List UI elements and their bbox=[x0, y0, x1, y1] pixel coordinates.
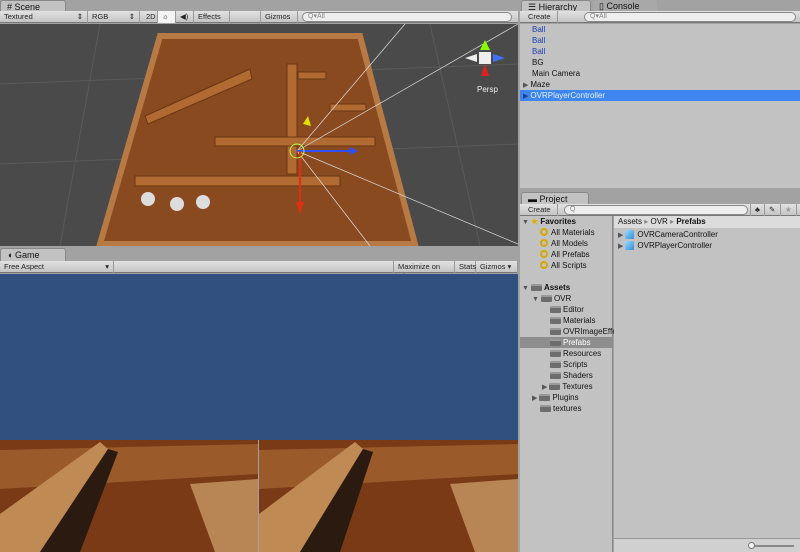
folder-icon bbox=[549, 383, 561, 390]
favorite-all-models[interactable]: All Models bbox=[540, 238, 588, 249]
search-icon bbox=[540, 228, 548, 236]
prefab-cube-icon bbox=[625, 230, 635, 239]
breadcrumb-prefabs[interactable]: Prefabs bbox=[676, 217, 705, 226]
ovr-folder[interactable]: ▼ OVR bbox=[532, 293, 571, 304]
shading-dropdown[interactable]: Textured ⇕ bbox=[0, 11, 88, 23]
breadcrumb-assets[interactable]: Assets bbox=[618, 217, 642, 226]
scene-toolbar: Textured⇕ RGB⇕ 2D ☼ ◀) Effects ▾ Gizmos … bbox=[0, 11, 518, 31]
folder-icon bbox=[530, 284, 542, 291]
folder-icon: ▬ bbox=[528, 194, 537, 204]
maximize-on-play-toggle[interactable]: Maximize on Play bbox=[393, 261, 455, 281]
folder-plugins[interactable]: ▶ Plugins bbox=[532, 392, 579, 403]
2d-toggle[interactable]: 2D bbox=[142, 11, 158, 23]
favorite-all-prefabs[interactable]: All Prefabs bbox=[540, 249, 590, 260]
folder-resources[interactable]: Resources bbox=[550, 348, 601, 359]
gizmos-dropdown[interactable]: Gizmos ▾ bbox=[260, 11, 298, 31]
search-icon bbox=[540, 239, 548, 247]
console-icon: ▯ bbox=[599, 1, 604, 11]
star-icon: ★ bbox=[530, 217, 539, 226]
hierarchy-item-ball[interactable]: Ball bbox=[520, 24, 800, 35]
filter-label-icon[interactable]: ✎ bbox=[765, 204, 781, 216]
folder-icon bbox=[550, 328, 561, 335]
hierarchy-create-button[interactable]: Create ▾ bbox=[524, 11, 558, 31]
hierarchy-item-maze[interactable]: ▶ Maze bbox=[520, 79, 800, 90]
aspect-dropdown[interactable]: Free Aspect ▾ bbox=[0, 261, 114, 273]
folder-icon bbox=[539, 394, 551, 401]
render-mode-dropdown[interactable]: RGB ⇕ bbox=[88, 11, 140, 23]
folder-prefabs[interactable]: Prefabs bbox=[520, 337, 612, 348]
asset-ovrplayercontroller[interactable]: ▶ OVRPlayerController bbox=[618, 240, 712, 251]
filter-type-icon[interactable]: ♣ bbox=[750, 204, 765, 216]
slider-handle[interactable] bbox=[748, 542, 755, 549]
hierarchy-toolbar: Create ▾ Q▾All bbox=[520, 11, 800, 31]
tab-game[interactable]: ◖ Game bbox=[0, 248, 66, 261]
game-toolbar: Free Aspect▾ Maximize on Play Stats Gizm… bbox=[0, 261, 518, 281]
project-content: Assets ▸ OVR ▸ Prefabs ▶ OVRCameraControl… bbox=[614, 216, 800, 552]
search-icon bbox=[540, 261, 548, 269]
maze-wall bbox=[329, 103, 367, 112]
assets-folder[interactable]: ▼ Assets bbox=[522, 282, 570, 293]
folder-icon bbox=[540, 295, 552, 302]
maze-wall bbox=[297, 71, 327, 80]
left-eye-view bbox=[0, 440, 258, 552]
favorite-star-icon[interactable]: ★ bbox=[781, 204, 797, 216]
pacman-icon: ◖ bbox=[7, 250, 13, 260]
folder-icon bbox=[550, 361, 561, 368]
hierarchy-item-bg[interactable]: BG bbox=[520, 57, 800, 68]
folder-editor[interactable]: Editor bbox=[550, 304, 584, 315]
game-viewport[interactable] bbox=[0, 274, 518, 552]
project-toolbar: Create ▾ Q ♣ ✎ ★ bbox=[520, 204, 800, 224]
effects-dropdown[interactable]: Effects ▾ bbox=[194, 11, 230, 31]
folder-ovrimageeffects[interactable]: OVRImageEffe bbox=[550, 326, 617, 337]
hierarchy-list: Ball Ball Ball BG Main Camera ▶ Maze ▶ OVR… bbox=[520, 24, 800, 188]
asset-ovrcameracontroller[interactable]: ▶ OVRCameraController bbox=[618, 229, 718, 240]
folder-icon bbox=[550, 317, 561, 324]
folder-materials[interactable]: Materials bbox=[550, 315, 595, 326]
folder-icon bbox=[550, 339, 561, 346]
favorite-all-materials[interactable]: All Materials bbox=[540, 227, 595, 238]
folder-icon bbox=[550, 350, 561, 357]
expand-arrow-icon[interactable]: ▶ bbox=[523, 82, 528, 89]
project-create-button[interactable]: Create ▾ bbox=[524, 204, 558, 224]
prefab-cube-icon bbox=[625, 241, 635, 250]
folder-icon bbox=[540, 405, 551, 412]
hierarchy-item-main-camera[interactable]: Main Camera bbox=[520, 68, 800, 79]
audio-toggle-icon[interactable]: ◀) bbox=[176, 11, 194, 23]
favorites-header[interactable]: ▼ ★ Favorites bbox=[522, 216, 576, 227]
stats-toggle[interactable]: Stats bbox=[455, 261, 476, 273]
project-search-input[interactable]: Q bbox=[564, 205, 748, 215]
persp-label[interactable]: Persp bbox=[477, 85, 498, 94]
scene-search-input[interactable]: Q▾All bbox=[302, 12, 512, 22]
hierarchy-search-input[interactable]: Q▾All bbox=[584, 12, 796, 22]
hierarchy-item-ball[interactable]: Ball bbox=[520, 46, 800, 57]
folder-icon bbox=[550, 306, 561, 313]
breadcrumb: Assets ▸ OVR ▸ Prefabs bbox=[614, 216, 800, 228]
search-icon bbox=[540, 250, 548, 258]
project-tree: ▼ ★ Favorites All Materials All Models Al… bbox=[520, 216, 617, 552]
scene-viewport[interactable]: Persp bbox=[0, 24, 518, 246]
folder-shaders[interactable]: Shaders bbox=[550, 370, 593, 381]
project-footer bbox=[614, 538, 800, 552]
folder-textures-root[interactable]: textures bbox=[540, 403, 581, 414]
breadcrumb-ovr[interactable]: OVR bbox=[651, 217, 668, 226]
folder-textures[interactable]: ▶ Textures bbox=[542, 381, 593, 392]
favorite-all-scripts[interactable]: All Scripts bbox=[540, 260, 587, 271]
hierarchy-item-ball[interactable]: Ball bbox=[520, 35, 800, 46]
folder-icon bbox=[550, 372, 561, 379]
game-gizmos-dropdown[interactable]: Gizmos ▾ bbox=[476, 261, 518, 273]
expand-arrow-icon[interactable]: ▶ bbox=[523, 93, 528, 100]
folder-scripts[interactable]: Scripts bbox=[550, 359, 587, 370]
icon-size-slider[interactable] bbox=[750, 545, 794, 547]
maze-wall bbox=[134, 175, 341, 187]
lighting-toggle-icon[interactable]: ☼ bbox=[158, 11, 176, 23]
hierarchy-item-ovrplayercontroller[interactable]: ▶ OVRPlayerController bbox=[520, 90, 800, 101]
right-eye-view bbox=[259, 440, 518, 552]
